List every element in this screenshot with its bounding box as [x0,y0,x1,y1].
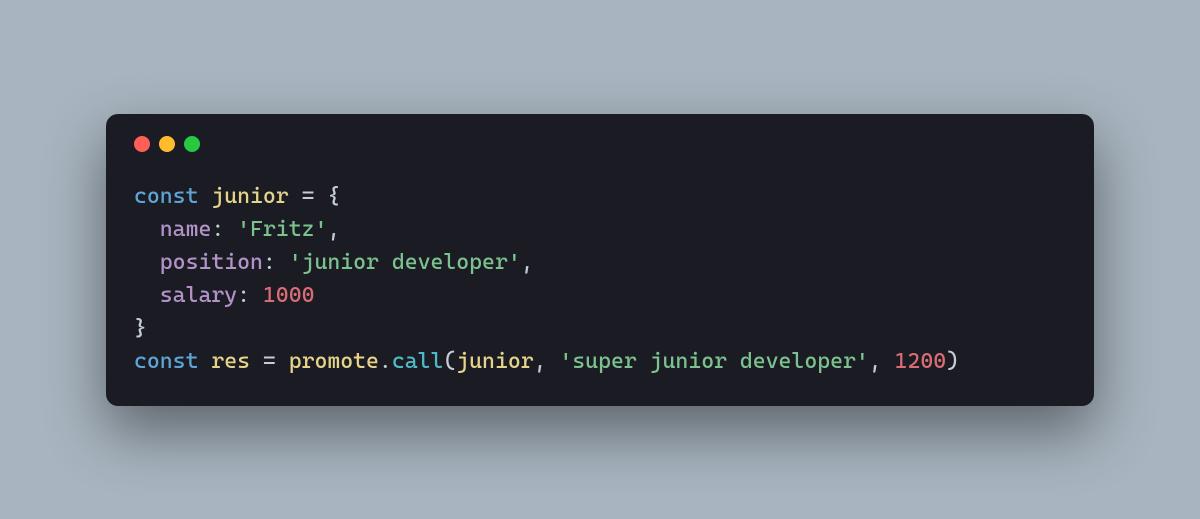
code-line: name: 'Fritz', [134,217,340,242]
minimize-icon[interactable] [159,136,175,152]
property: position [160,250,263,275]
code-line: const junior = { [134,184,340,209]
string: 'junior developer' [289,250,521,275]
keyword: const [134,349,198,374]
code-line: position: 'junior developer', [134,250,534,275]
number: 1200 [895,349,947,374]
code-line: const res = promote.call(junior, 'super … [134,349,959,374]
code-line: } [134,316,147,341]
property: salary [160,283,237,308]
code-window: const junior = { name: 'Fritz', position… [106,114,1094,406]
identifier: junior [211,184,288,209]
property: name [160,217,212,242]
argument: junior [456,349,533,374]
code-line: salary: 1000 [134,283,314,308]
string: 'super junior developer' [559,349,868,374]
code-block: const junior = { name: 'Fritz', position… [134,180,1066,378]
method-name: call [392,349,444,374]
window-titlebar [134,136,1066,152]
function-name: promote [289,349,379,374]
identifier: res [211,349,250,374]
string: 'Fritz' [237,217,327,242]
zoom-icon[interactable] [184,136,200,152]
close-icon[interactable] [134,136,150,152]
number: 1000 [263,283,315,308]
keyword: const [134,184,198,209]
